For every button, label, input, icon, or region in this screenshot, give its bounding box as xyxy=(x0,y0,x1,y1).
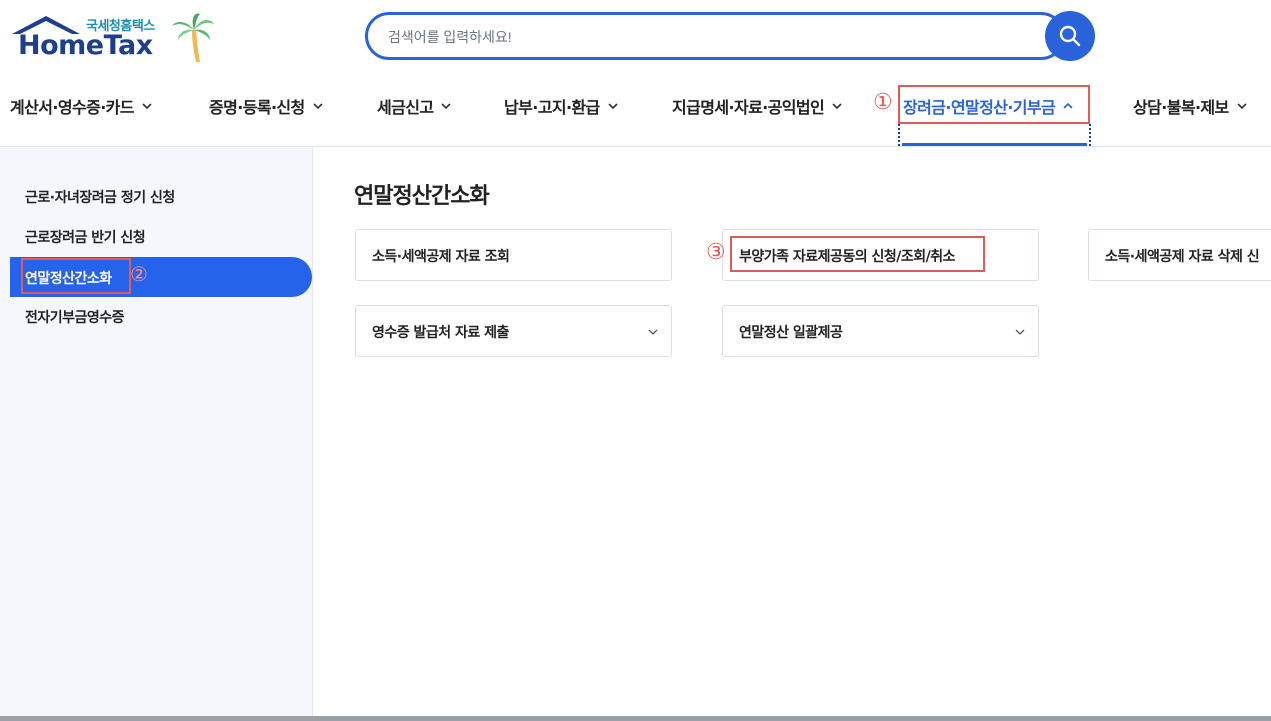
chevron-down-icon xyxy=(313,103,323,110)
chevron-up-icon xyxy=(1063,102,1073,109)
card-deduction-inquiry[interactable]: 소득·세액공제 자료 조회 xyxy=(355,229,672,281)
card-receipt-submission[interactable]: 영수증 발급처 자료 제출 xyxy=(355,305,672,357)
step-marker-3: ③ xyxy=(706,240,726,265)
highlight-box xyxy=(730,236,985,272)
nav-item-tax-filing[interactable]: 세금신고 xyxy=(377,94,453,118)
chevron-down-icon xyxy=(1015,329,1025,335)
nav-item-label: 장려금·연말정산·기부금 xyxy=(903,98,1056,117)
highlight-box xyxy=(21,258,131,294)
header: 국세청홈택스 HomeTax 계산서·영수증·카드 증명·등록·신청 세금신 xyxy=(0,0,1271,147)
nav-item-label: 상담·불복·제보 xyxy=(1133,98,1229,117)
sidebar-item-incentive-half[interactable]: 근로장려금 반기 신청 xyxy=(25,227,146,247)
card-label: 연말정산 일괄제공 xyxy=(739,325,843,341)
logo-name: HomeTax xyxy=(18,30,153,61)
nav-item-incentives[interactable]: 장려금·연말정산·기부금 xyxy=(903,94,1075,118)
chevron-down-icon xyxy=(441,103,452,110)
nav-item-consultation[interactable]: 상담·불복·제보 xyxy=(1133,94,1249,118)
search-icon xyxy=(1059,25,1081,47)
card-label: 소득·세액공제 자료 삭제 신 xyxy=(1105,249,1260,265)
page-title: 연말정산간소화 xyxy=(354,184,490,209)
card-deduction-delete[interactable]: 소득·세액공제 자료 삭제 신 xyxy=(1088,229,1271,281)
sidebar-item-donation-receipt[interactable]: 전자기부금영수증 xyxy=(25,307,125,327)
nav-item-payment[interactable]: 납부·고지·환급 xyxy=(504,94,620,118)
search-input[interactable] xyxy=(388,25,988,49)
bottom-scroll-edge xyxy=(0,716,1271,721)
active-tab-indicator xyxy=(902,143,1087,146)
chevron-down-icon xyxy=(1237,103,1247,110)
step-marker-1: ① xyxy=(873,90,893,115)
nav-item-label: 세금신고 xyxy=(377,98,434,117)
card-label: 영수증 발급처 자료 제출 xyxy=(372,325,509,341)
chevron-down-icon xyxy=(648,329,658,335)
sidebar-item-year-end-simplified[interactable]: 연말정산간소화 ② xyxy=(10,257,312,297)
nav-item-label: 증명·등록·신청 xyxy=(209,98,305,117)
chevron-down-icon xyxy=(142,103,152,110)
card-bulk-provision[interactable]: 연말정산 일괄제공 xyxy=(722,305,1039,357)
search-button[interactable] xyxy=(1045,11,1095,61)
main-nav: 계산서·영수증·카드 증명·등록·신청 세금신고 납부·고지·환급 지급명세·자… xyxy=(0,85,1271,124)
sidebar: 근로·자녀장려금 정기 신청 근로장려금 반기 신청 연말정산간소화 ② 전자기… xyxy=(0,147,313,721)
chevron-down-icon xyxy=(832,103,842,110)
card-dependent-consent[interactable]: 부양가족 자료제공동의 신청/조회/취소 xyxy=(722,229,1039,281)
sidebar-item-incentive-regular[interactable]: 근로·자녀장려금 정기 신청 xyxy=(25,187,175,207)
nav-item-label: 계산서·영수증·카드 xyxy=(10,98,135,117)
nav-item-certificates[interactable]: 증명·등록·신청 xyxy=(209,94,325,118)
chevron-down-icon xyxy=(608,103,618,110)
nav-item-label: 지급명세·자료·공익법인 xyxy=(672,98,825,117)
palm-tree-icon xyxy=(172,13,214,62)
nav-item-statements[interactable]: 지급명세·자료·공익법인 xyxy=(672,94,844,118)
hometax-logo[interactable]: 국세청홈택스 HomeTax xyxy=(10,12,220,64)
search-box xyxy=(365,12,1065,60)
card-label: 소득·세액공제 자료 조회 xyxy=(372,249,510,265)
step-marker-2: ② xyxy=(130,262,148,286)
nav-item-invoices[interactable]: 계산서·영수증·카드 xyxy=(10,94,154,118)
nav-item-label: 납부·고지·환급 xyxy=(504,98,600,117)
